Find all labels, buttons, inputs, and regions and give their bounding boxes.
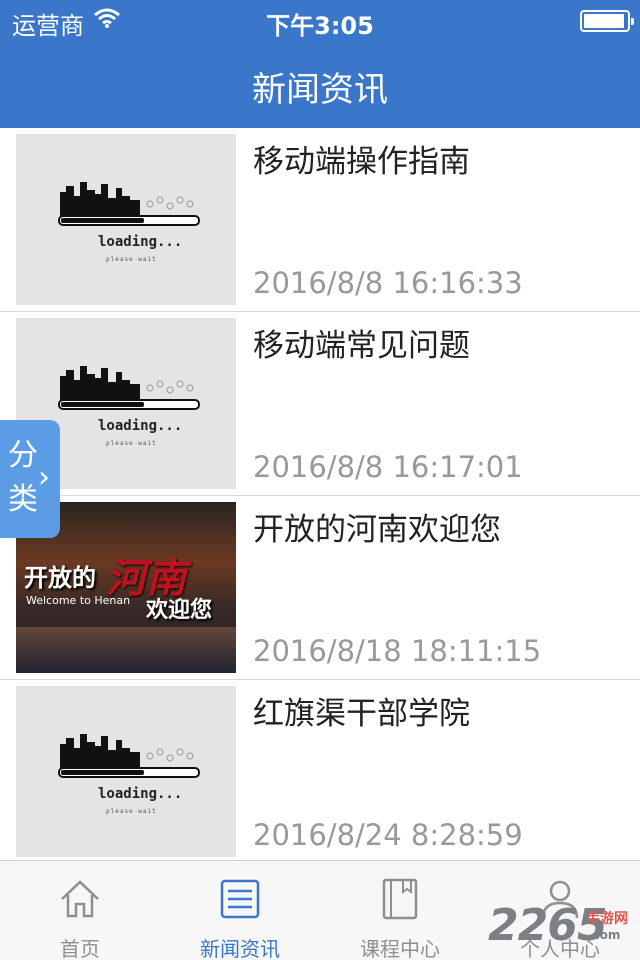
banner-welcome-text: Welcome to Henan xyxy=(26,594,131,607)
banner-open-text: 开放的 xyxy=(24,563,96,592)
news-title: 移动端常见问题 xyxy=(253,328,470,364)
tab-home[interactable]: 首页 xyxy=(0,861,160,960)
banner-welcome-cn-text: 欢迎您 xyxy=(146,597,213,623)
news-item[interactable]: loading... please wait 移动端常见问题 2016/8/8 … xyxy=(0,312,640,496)
tab-home-label: 首页 xyxy=(60,937,100,960)
chevron-right-icon: › xyxy=(38,460,50,495)
loading-subtext: please wait xyxy=(106,440,157,447)
city-skyline-icon xyxy=(58,734,200,778)
news-item[interactable]: loading... please wait 移动端操作指南 2016/8/8 … xyxy=(0,128,640,312)
status-time: 下午3:05 xyxy=(266,12,374,40)
book-icon xyxy=(382,878,418,920)
app-header: 运营商 下午3:05 新闻资讯 xyxy=(0,0,640,128)
tab-courses-label: 课程中心 xyxy=(360,937,440,960)
loading-placeholder-image: loading... please wait xyxy=(16,134,236,305)
loading-text: loading... xyxy=(98,418,183,434)
news-item[interactable]: loading... please wait 红旗渠干部学院 2016/8/24… xyxy=(0,680,640,860)
tab-news-label: 新闻资讯 xyxy=(200,937,280,960)
battery-icon xyxy=(580,10,634,32)
news-date: 2016/8/24 8:28:59 xyxy=(253,818,523,852)
news-title: 移动端操作指南 xyxy=(253,144,470,180)
tab-news[interactable]: 新闻资讯 xyxy=(160,861,320,960)
watermark-site: 手游网 xyxy=(586,911,628,927)
city-skyline-icon xyxy=(58,182,200,226)
category-label: 分类 xyxy=(8,438,38,517)
news-list-icon xyxy=(220,879,260,919)
news-list: loading... please wait 移动端操作指南 2016/8/8 … xyxy=(0,128,640,860)
status-bar: 运营商 下午3:05 xyxy=(0,0,640,40)
news-title: 红旗渠干部学院 xyxy=(253,696,470,732)
watermark-domain: .com xyxy=(588,928,621,942)
river-reflection xyxy=(16,627,236,673)
home-icon xyxy=(61,880,99,918)
loading-placeholder-image: loading... please wait xyxy=(16,686,236,857)
loading-subtext: please wait xyxy=(106,808,157,815)
news-date: 2016/8/8 16:16:33 xyxy=(253,266,523,300)
loading-subtext: please wait xyxy=(106,256,157,263)
news-title: 开放的河南欢迎您 xyxy=(253,512,501,548)
category-side-tab[interactable]: 分类 › xyxy=(0,420,60,538)
news-date: 2016/8/18 18:11:15 xyxy=(253,634,542,668)
loading-text: loading... xyxy=(98,234,183,250)
tab-courses[interactable]: 课程中心 xyxy=(320,861,480,960)
page-title: 新闻资讯 xyxy=(252,70,388,110)
news-item[interactable]: 河南 开放的 Welcome to Henan 欢迎您 开放的河南欢迎您 201… xyxy=(0,496,640,680)
news-date: 2016/8/8 16:17:01 xyxy=(253,450,523,484)
loading-text: loading... xyxy=(98,786,183,802)
